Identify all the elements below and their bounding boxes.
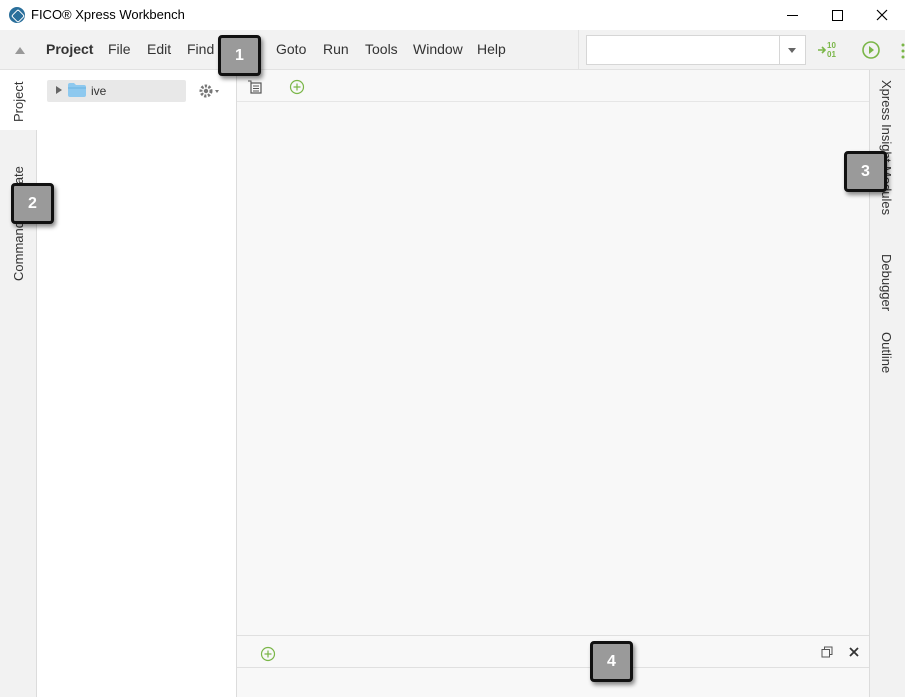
svg-text:01: 01 (827, 50, 836, 59)
callout-1: 1 (218, 35, 261, 76)
menubar-divider (578, 30, 579, 70)
dropdown-divider (779, 36, 780, 64)
bottom-panel-toolbar (237, 635, 869, 668)
expand-caret-icon[interactable] (56, 86, 62, 94)
close-icon (876, 9, 888, 21)
menu-tools[interactable]: Tools (365, 41, 398, 57)
bottom-panel-content (237, 668, 869, 697)
maximize-icon (831, 9, 843, 21)
collapse-arrow-icon[interactable] (15, 47, 25, 54)
tab-outline[interactable]: Outline (879, 332, 894, 373)
app-logo-icon (9, 7, 25, 23)
tab-xpress-insight-modules[interactable]: Xpress Insight Modules (879, 80, 894, 215)
menu-project[interactable]: Project (46, 41, 93, 57)
maximize-button[interactable] (814, 0, 860, 30)
minimize-icon (786, 14, 798, 16)
more-icon[interactable] (901, 42, 905, 60)
callout-4: 4 (590, 641, 633, 682)
add-tab-icon[interactable] (260, 646, 276, 662)
window-title: FICO® Xpress Workbench (31, 7, 185, 22)
menu-goto[interactable]: Goto (276, 41, 306, 57)
folder-icon (68, 83, 86, 97)
menu-run[interactable]: Run (323, 41, 349, 57)
restore-icon[interactable] (821, 646, 833, 658)
tree-item-label: ive (91, 84, 107, 98)
editor-toolbar (237, 70, 869, 102)
list-icon[interactable] (247, 80, 263, 96)
menu-window[interactable]: Window (413, 41, 463, 57)
run-config-dropdown[interactable] (586, 35, 806, 65)
callout-3: 3 (844, 151, 887, 192)
tab-debugger[interactable]: Debugger (879, 254, 894, 311)
gear-icon[interactable] (197, 82, 223, 100)
left-side-rail (0, 70, 37, 697)
menu-find[interactable]: Find (187, 41, 214, 57)
menu-edit[interactable]: Edit (147, 41, 171, 57)
close-window-button[interactable] (859, 0, 905, 30)
add-tab-icon[interactable] (289, 79, 305, 95)
title-bar: FICO® Xpress Workbench (0, 0, 905, 30)
editor-area[interactable] (237, 102, 869, 635)
menu-file[interactable]: File (108, 41, 131, 57)
minimize-button[interactable] (769, 0, 815, 30)
project-panel: ive (37, 70, 237, 697)
chevron-down-icon[interactable] (788, 48, 796, 53)
callout-2: 2 (11, 183, 54, 224)
tab-project[interactable]: Project (11, 82, 26, 122)
close-icon[interactable] (849, 647, 859, 657)
run-icon[interactable] (858, 38, 884, 62)
tree-item-folder[interactable]: ive (47, 80, 186, 102)
menu-bar: Project File Edit Find Goto Run Tools Wi… (0, 30, 905, 70)
compile-icon[interactable]: 10 01 (816, 38, 842, 62)
menu-help[interactable]: Help (477, 41, 506, 57)
svg-text:10: 10 (827, 41, 836, 50)
